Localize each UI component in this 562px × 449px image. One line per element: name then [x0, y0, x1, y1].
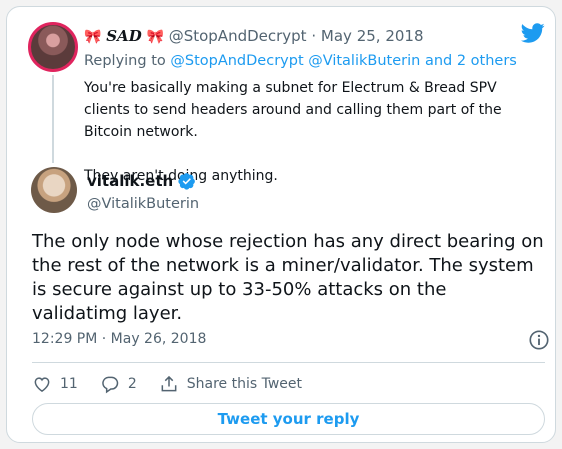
like-button[interactable]: 11	[32, 374, 78, 394]
bow-emoji-right: 🎀	[146, 29, 164, 45]
share-button[interactable]: Share this Tweet	[159, 374, 302, 394]
header-separator: ·	[311, 27, 317, 45]
replying-prefix: Replying to	[84, 53, 166, 69]
action-bar: 11 2 Share this Tweet	[32, 371, 324, 397]
tweet-your-reply-button[interactable]: Tweet your reply	[32, 403, 545, 435]
quoted-author-name[interactable]: 𝑺𝑨𝑫	[106, 27, 141, 45]
quoted-tweet-date[interactable]: May 25, 2018	[321, 27, 424, 45]
share-icon	[161, 375, 177, 392]
reply-count: 2	[127, 376, 137, 392]
author-name-row: vitalik.eth	[87, 172, 196, 190]
quoted-tweet-header: 🎀 𝑺𝑨𝑫 🎀 @StopAndDecrypt · May 25, 2018	[84, 27, 424, 45]
author-avatar[interactable]	[31, 167, 77, 213]
quoted-author-avatar[interactable]	[28, 22, 78, 72]
quoted-tweet-paragraph-1: You're basically making a subnet for Ele…	[84, 80, 502, 140]
twitter-bird-icon[interactable]	[519, 21, 547, 45]
info-icon[interactable]	[528, 329, 550, 351]
quoted-author-handle[interactable]: @StopAndDecrypt	[169, 27, 307, 45]
tweet-card: 🎀 𝑺𝑨𝑫 🎀 @StopAndDecrypt · May 25, 2018 R…	[6, 6, 556, 443]
bow-emoji-left: 🎀	[84, 29, 102, 45]
reply-button[interactable]: 2	[100, 374, 137, 394]
divider	[32, 362, 545, 363]
quoted-tweet-text: You're basically making a subnet for Ele…	[84, 77, 544, 187]
replying-handles[interactable]: @StopAndDecrypt @VitalikButerin	[170, 53, 420, 69]
like-count: 11	[60, 376, 78, 392]
heart-icon	[34, 377, 50, 392]
verified-badge-icon	[178, 173, 196, 190]
replying-others[interactable]: and 2 others	[425, 53, 517, 69]
share-label: Share this Tweet	[186, 376, 302, 392]
thread-connector-line	[52, 75, 54, 163]
reply-icon	[102, 376, 119, 394]
tweet-text: The only node whose rejection has any di…	[32, 231, 544, 324]
replying-to-line: Replying to @StopAndDecrypt @VitalikBute…	[84, 53, 517, 69]
author-name[interactable]: vitalik.eth	[87, 172, 173, 190]
tweet-timestamp[interactable]: 12:29 PM · May 26, 2018	[32, 331, 206, 347]
author-handle[interactable]: @VitalikButerin	[87, 196, 199, 212]
